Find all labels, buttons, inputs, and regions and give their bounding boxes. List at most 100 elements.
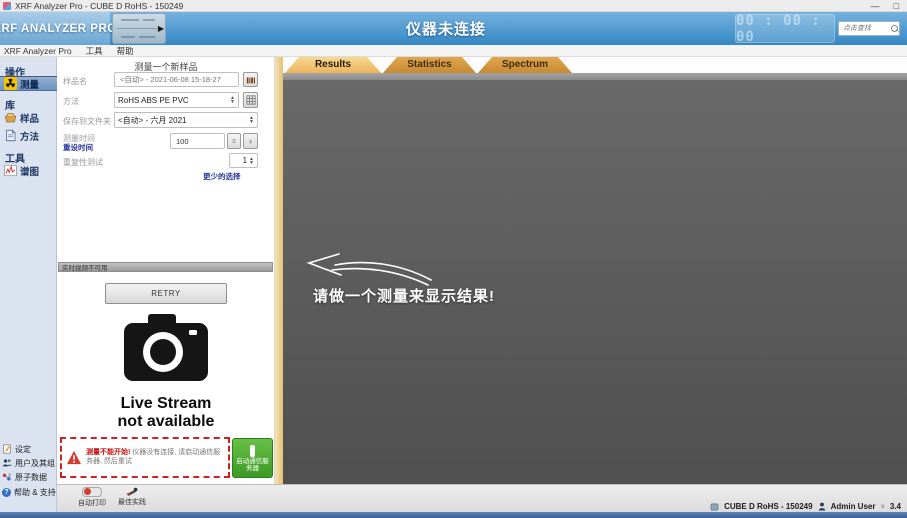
instrument-expand-icon[interactable]: ▶ — [158, 25, 164, 33]
tab-bar: Results Statistics Spectrum — [283, 57, 907, 73]
app-icon — [3, 2, 11, 10]
start-server-button[interactable]: 启动通信服务器 — [232, 438, 273, 478]
sidebar-item-label: 用户及其组 — [15, 458, 55, 469]
table-grid-icon — [246, 95, 256, 105]
method-select[interactable]: RoHS ABS PE PVC ▲▼ — [114, 92, 239, 108]
measurement-hint: 请做一个测量来显示结果! — [313, 285, 495, 306]
reset-time-link[interactable]: 重设时间 — [63, 142, 93, 153]
app-logo: XRF ANALYZER PRO — [0, 23, 117, 35]
tab-results[interactable]: Results — [285, 57, 381, 73]
best-practice-button[interactable]: 最佳实践 — [112, 487, 152, 507]
repeat-value: 1 — [233, 156, 249, 165]
molecule-icon — [2, 472, 12, 482]
sidebar-item-label: 原子数据 — [15, 472, 47, 483]
menu-help[interactable]: 帮助 — [117, 45, 134, 57]
sketch-arrow-icon — [301, 240, 436, 288]
window-bottom-strip — [0, 512, 907, 518]
radiation-icon — [4, 77, 17, 90]
auto-print-toggle[interactable]: 自动打印 — [72, 487, 112, 508]
sidebar-item-atomic-data[interactable]: 原子数据 — [2, 471, 57, 483]
device-icon — [710, 503, 719, 511]
measurement-timer: 00 : 00 : 00 — [735, 14, 835, 43]
instrument-status: 仪器未连接 — [166, 12, 726, 45]
spinner-icon[interactable]: ▲▼ — [249, 116, 254, 124]
search-icon[interactable] — [891, 25, 899, 33]
logo-block: XRF ANALYZER PRO — [0, 12, 110, 45]
status-bar: CUBE D RoHS - 150249 Admin User ∨ 3.4 — [710, 502, 901, 511]
version-chevron-icon[interactable]: ∨ — [880, 503, 884, 510]
sidebar-item-users[interactable]: 用户及其组 — [2, 457, 57, 469]
sidebar-item-spectrum[interactable]: 谱图 — [0, 163, 57, 178]
current-user: Admin User — [831, 502, 876, 511]
users-icon — [2, 458, 12, 468]
sidebar-item-methods[interactable]: 方法 — [0, 128, 57, 143]
sample-box-icon — [4, 111, 17, 124]
periodic-table-button[interactable] — [243, 92, 258, 108]
timer-digits: 00 : 00 : 00 — [736, 13, 834, 45]
duration-unit-button: s — [227, 133, 241, 149]
menu-app[interactable]: XRF Analyzer Pro — [4, 46, 72, 56]
tab-statistics[interactable]: Statistics — [383, 57, 476, 73]
menu-bar: XRF Analyzer Pro 工具 帮助 — [0, 45, 907, 57]
fewer-options-link[interactable]: 更少的选择 — [203, 171, 241, 182]
device-name: CUBE D RoHS - 150249 — [724, 502, 812, 511]
method-document-icon — [4, 129, 17, 142]
sample-id-button[interactable] — [243, 72, 258, 87]
sidebar-item-label: 方法 — [20, 129, 39, 143]
method-label: 方法 — [63, 96, 79, 107]
folder-label: 保存到文件夹 — [63, 116, 111, 127]
sample-name-input[interactable] — [118, 74, 235, 85]
warning-panel: 测量不能开始! 仪器没有连接, 请启动通信服务器, 然后重试 启动通信服务器 — [57, 434, 275, 484]
warning-icon — [66, 450, 82, 465]
live-stream-text: Live Stream — [57, 395, 275, 413]
maximize-button[interactable]: □ — [894, 0, 899, 12]
duration-field[interactable] — [170, 133, 225, 149]
spectrum-chart-icon — [4, 164, 17, 177]
panel-edge-strip — [275, 57, 283, 485]
app-version: 3.4 — [890, 502, 901, 511]
minimize-button[interactable]: — — [871, 0, 880, 12]
best-practice-icon — [126, 487, 138, 496]
app-window: XRF Analyzer Pro - CUBE D RoHS - 150249 … — [0, 0, 907, 518]
auto-print-icon — [82, 487, 102, 497]
power-icon — [250, 445, 255, 457]
sidebar-item-label: 样品 — [20, 111, 39, 125]
warning-title: 测量不能开始! — [86, 449, 130, 456]
camera-panel: 实时视频不可用 RETRY Live Stream not available — [57, 262, 275, 434]
auto-print-label: 自动打印 — [78, 498, 106, 508]
sidebar-item-label: 帮助 & 支持 — [14, 487, 56, 498]
save-folder-select[interactable]: <自动> - 六月 2021 ▲▼ — [114, 112, 258, 128]
start-server-label: 启动通信服务器 — [233, 458, 272, 472]
sidebar-item-help[interactable]: ? 帮助 & 支持 — [2, 486, 57, 498]
method-value: RoHS ABS PE PVC — [118, 96, 189, 105]
settings-icon — [2, 444, 12, 454]
sidebar-item-label: 测量 — [20, 77, 39, 91]
spinner-icon[interactable]: ▲▼ — [230, 96, 235, 104]
tab-separator — [283, 73, 907, 80]
camera-icon — [121, 310, 211, 390]
sidebar-item-samples[interactable]: 样品 — [0, 110, 57, 125]
sample-id-icon — [246, 75, 256, 85]
folder-value: <自动> - 六月 2021 — [118, 115, 186, 126]
instrument-thumbnail[interactable]: ▶ — [112, 13, 166, 44]
duration-next-button[interactable]: › — [243, 133, 258, 149]
repeat-stepper[interactable]: 1 ▲▼ — [229, 153, 258, 168]
sidebar-item-label: 设定 — [15, 444, 31, 455]
duration-input[interactable] — [174, 136, 221, 147]
duration-unit: s — [232, 138, 236, 145]
warning-text: 测量不能开始! 仪器没有连接, 请启动通信服务器, 然后重试 — [86, 449, 224, 466]
sidebar-item-measure[interactable]: 测量 — [0, 76, 57, 91]
sample-name-field[interactable] — [114, 72, 239, 87]
help-icon: ? — [2, 488, 11, 497]
search-input[interactable] — [841, 24, 891, 33]
sidebar-item-settings[interactable]: 设定 — [2, 443, 57, 455]
user-icon — [818, 502, 826, 511]
menu-tools[interactable]: 工具 — [86, 45, 103, 57]
tab-spectrum[interactable]: Spectrum — [478, 57, 572, 73]
warning-box: 测量不能开始! 仪器没有连接, 请启动通信服务器, 然后重试 — [60, 437, 230, 478]
retry-button[interactable]: RETRY — [105, 283, 227, 304]
search-box[interactable] — [838, 21, 900, 36]
stepper-arrows-icon[interactable]: ▲▼ — [249, 157, 254, 165]
results-content: 请做一个测量来显示结果! — [283, 80, 907, 485]
bottom-toolbar: 自动打印 最佳实践 CUBE D RoHS - 150249 Admin Use… — [57, 484, 907, 512]
